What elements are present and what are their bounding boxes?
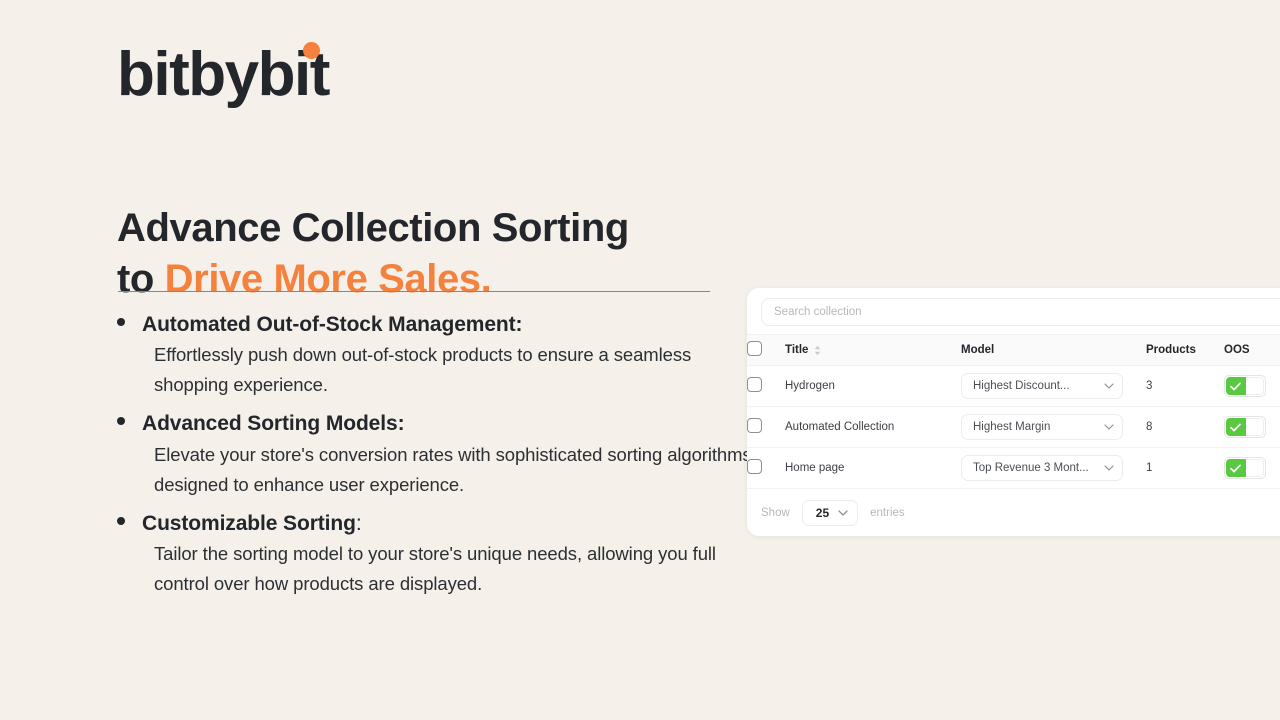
table-row: Home page Top Revenue 3 Mont... 1 <box>747 447 1280 489</box>
model-dropdown[interactable]: Highest Discount... <box>961 373 1123 399</box>
feature-list: Automated Out-of-Stock Management: Effor… <box>117 310 777 608</box>
column-header-model-label: Model <box>961 344 995 356</box>
chevron-down-icon <box>838 510 848 516</box>
brand-logo-text: bitbybit <box>117 42 330 106</box>
column-header-products: Products <box>1146 334 1224 366</box>
search-row <box>747 288 1280 334</box>
row-products-value: 3 <box>1146 380 1153 392</box>
table-footer: Show 25 entries <box>747 489 1280 526</box>
row-title-cell: Automated Collection <box>785 406 961 448</box>
row-oos-cell <box>1224 365 1280 407</box>
feature-item-1: Automated Out-of-Stock Management: Effor… <box>117 310 777 400</box>
row-checkbox[interactable] <box>747 418 762 433</box>
oos-toggle[interactable] <box>1224 416 1266 438</box>
row-title-cell: Home page <box>785 447 961 489</box>
bullet-dot-icon <box>117 318 125 326</box>
oos-toggle[interactable] <box>1224 457 1266 479</box>
headline-line-1: Advance Collection Sorting <box>117 205 629 250</box>
feature-item-2-body: Elevate your store's conversion rates wi… <box>154 443 752 495</box>
toggle-knob <box>1245 377 1264 395</box>
chevron-down-icon <box>1104 465 1114 471</box>
chevron-down-icon <box>1104 424 1114 430</box>
bullet-dot-icon <box>117 417 125 426</box>
entries-per-page-dropdown[interactable]: 25 <box>801 500 859 526</box>
logo-word-by: by <box>188 40 259 109</box>
feature-item-3-heading: Customizable Sorting: <box>117 509 777 539</box>
feature-item-3-body: Tailor the sorting model to your store's… <box>154 543 716 595</box>
slide-canvas: bitbybit Advance Collection Sorting to D… <box>0 0 1280 720</box>
check-icon <box>1226 418 1246 436</box>
column-header-title-label: Title <box>785 344 809 356</box>
table-header: Title Model Products OOS <box>747 334 1280 366</box>
chevron-down-icon <box>1104 383 1114 389</box>
row-title-label: Home page <box>785 462 845 474</box>
row-products-cell: 1 <box>1146 447 1224 489</box>
check-icon <box>1226 459 1246 477</box>
logo-dot-icon <box>303 42 320 59</box>
column-header-model: Model <box>961 334 1146 366</box>
collections-table: Title Model Products OOS Hydrogen Highes… <box>747 334 1280 489</box>
toggle-knob <box>1245 418 1264 436</box>
feature-item-2-heading: Advanced Sorting Models: <box>117 409 777 439</box>
toggle-knob <box>1245 459 1264 477</box>
feature-item-1-title: Automated Out-of-Stock Management: <box>142 313 523 336</box>
row-model-cell: Top Revenue 3 Mont... <box>961 447 1146 489</box>
bullet-dot-icon <box>117 516 125 525</box>
brand-logo: bitbybit <box>117 42 330 106</box>
row-model-cell: Highest Discount... <box>961 365 1146 407</box>
row-title-cell: Hydrogen <box>785 365 961 407</box>
row-select-cell[interactable] <box>747 365 785 407</box>
table-body: Hydrogen Highest Discount... 3 Automated… <box>747 365 1280 489</box>
feature-item-3: Customizable Sorting: Tailor the sorting… <box>117 509 777 599</box>
column-header-title[interactable]: Title <box>785 334 961 366</box>
check-icon <box>1226 377 1246 395</box>
select-all-checkbox[interactable] <box>747 341 762 356</box>
column-header-products-label: Products <box>1146 344 1196 356</box>
feature-item-2-title: Advanced Sorting Models: <box>142 412 405 436</box>
entries-label: entries <box>870 507 905 519</box>
model-dropdown-value: Highest Margin <box>973 421 1051 433</box>
table-row: Hydrogen Highest Discount... 3 <box>747 365 1280 407</box>
feature-item-1-heading: Automated Out-of-Stock Management: <box>117 310 777 340</box>
row-oos-cell <box>1224 447 1280 489</box>
table-header-row: Title Model Products OOS <box>747 334 1280 366</box>
model-dropdown[interactable]: Top Revenue 3 Mont... <box>961 455 1123 481</box>
feature-item-3-title-tail: : <box>355 511 362 535</box>
feature-item-1-body: Effortlessly push down out-of-stock prod… <box>154 344 692 396</box>
model-dropdown[interactable]: Highest Margin <box>961 414 1123 440</box>
row-select-cell[interactable] <box>747 447 785 489</box>
model-dropdown-value: Highest Discount... <box>973 380 1070 392</box>
entries-per-page-value: 25 <box>815 506 830 520</box>
feature-item-2: Advanced Sorting Models: Elevate your st… <box>117 409 777 499</box>
collections-app-card: Title Model Produ <box>747 288 1280 536</box>
row-products-cell: 3 <box>1146 365 1224 407</box>
row-model-cell: Highest Margin <box>961 406 1146 448</box>
show-label: Show <box>761 507 790 519</box>
row-oos-cell <box>1224 406 1280 448</box>
model-dropdown-value: Top Revenue 3 Mont... <box>973 462 1089 474</box>
column-header-oos-label: OOS <box>1224 344 1250 356</box>
logo-word-bit-first: bit <box>117 40 190 109</box>
row-title-label: Automated Collection <box>785 421 895 433</box>
row-checkbox[interactable] <box>747 459 762 474</box>
select-all-header[interactable] <box>747 334 785 366</box>
row-products-value: 1 <box>1146 462 1153 474</box>
row-products-cell: 8 <box>1146 406 1224 448</box>
title-divider <box>118 291 710 292</box>
column-header-oos: OOS <box>1224 334 1280 366</box>
sort-arrows-icon[interactable] <box>814 345 821 356</box>
search-input[interactable] <box>761 298 1280 326</box>
row-products-value: 8 <box>1146 421 1153 433</box>
headline-line-2-accent: Drive More Sales. <box>164 256 492 301</box>
row-select-cell[interactable] <box>747 406 785 448</box>
page-title: Advance Collection Sorting to Drive More… <box>117 203 757 305</box>
row-checkbox[interactable] <box>747 377 762 392</box>
feature-item-3-title: Customizable Sorting <box>142 511 356 535</box>
row-title-label: Hydrogen <box>785 380 835 392</box>
headline-line-2-prefix: to <box>117 256 165 301</box>
oos-toggle[interactable] <box>1224 375 1266 397</box>
table-row: Automated Collection Highest Margin 8 <box>747 406 1280 448</box>
